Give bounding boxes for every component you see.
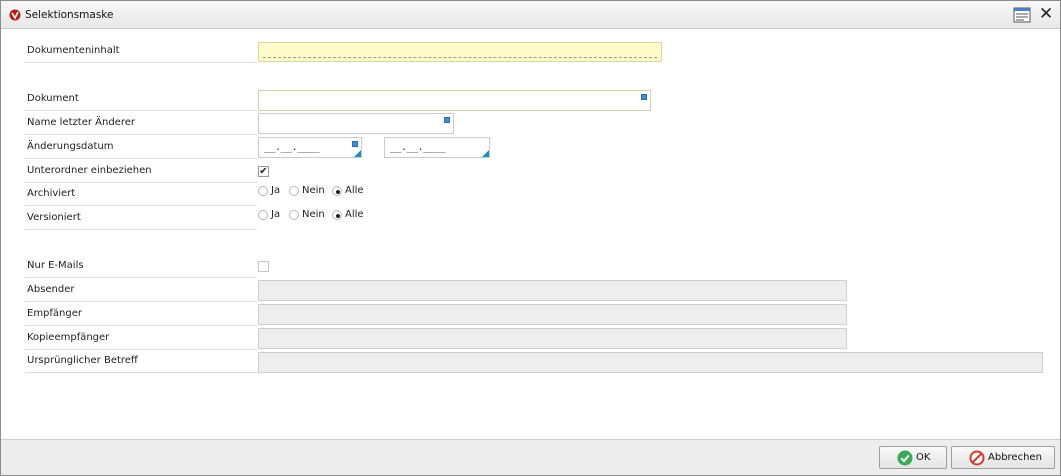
window-title: Selektionsmaske <box>25 9 114 21</box>
label-empfaenger: Empfänger <box>25 302 257 326</box>
check-circle-icon <box>897 450 913 466</box>
resize-corner <box>354 150 361 157</box>
nur-emails-checkbox[interactable] <box>258 261 269 272</box>
form-content: Dokumenteninhalt Dokument Name letzter Ä… <box>1 29 1060 439</box>
radio-button-selected[interactable] <box>332 210 342 220</box>
close-icon[interactable]: ✕ <box>1039 5 1053 23</box>
radio-button[interactable] <box>289 210 299 220</box>
label-unterordner-einbeziehen: Unterordner einbeziehen <box>25 159 257 183</box>
dokumenteninhalt-input[interactable] <box>258 42 662 62</box>
name-letzter-aenderer-input[interactable] <box>258 113 454 134</box>
dialog-footer: OK Abbrechen <box>1 439 1060 475</box>
dokument-input[interactable] <box>258 90 651 111</box>
resize-corner <box>482 150 489 157</box>
aenderungsdatum-to-input[interactable]: __.__.____ <box>384 137 490 158</box>
empfaenger-input[interactable] <box>258 304 847 325</box>
radio-button[interactable] <box>258 186 268 196</box>
ok-button[interactable]: OK <box>879 446 947 469</box>
lookup-icon[interactable] <box>641 94 647 100</box>
label-aenderungsdatum: Änderungsdatum <box>25 135 257 159</box>
title-bar: Selektionsmaske ✕ <box>1 1 1060 29</box>
kopieempfaenger-input[interactable] <box>258 328 847 349</box>
radio-button-selected[interactable] <box>332 186 342 196</box>
cancel-circle-icon <box>969 450 985 466</box>
label-dokumenteninhalt: Dokumenteninhalt <box>25 39 257 63</box>
label-absender: Absender <box>25 278 257 302</box>
label-archiviert: Archiviert <box>25 182 257 206</box>
absender-input[interactable] <box>258 280 847 301</box>
label-name-letzter-aenderer: Name letzter Änderer <box>25 111 257 135</box>
label-urspruenglicher-betreff: Ursprünglicher Betreff <box>25 349 257 373</box>
cancel-button[interactable]: Abbrechen <box>951 446 1055 469</box>
app-logo-icon <box>9 9 21 21</box>
label-versioniert: Versioniert <box>25 206 257 230</box>
aenderungsdatum-from-input[interactable]: __.__.____ <box>258 137 362 158</box>
selection-mask-dialog: Selektionsmaske ✕ Dokumenteninhalt Dokum… <box>0 0 1061 476</box>
input-underline <box>263 57 657 58</box>
layout-settings-icon[interactable] <box>1013 7 1031 23</box>
cancel-button-label: Abbrechen <box>988 452 1042 463</box>
urspruenglicher-betreff-input[interactable] <box>258 352 1043 373</box>
label-kopieempfaenger: Kopieempfänger <box>25 326 257 350</box>
label-nur-emails: Nur E-Mails <box>25 254 257 278</box>
calendar-icon[interactable] <box>352 141 358 147</box>
label-dokument: Dokument <box>25 87 257 111</box>
radio-button[interactable] <box>258 210 268 220</box>
date-mask: __.__.____ <box>390 142 446 153</box>
unterordner-checkbox[interactable]: ✔ <box>258 166 269 177</box>
date-mask: __.__.____ <box>264 142 320 153</box>
radio-button[interactable] <box>289 186 299 196</box>
lookup-icon[interactable] <box>444 117 450 123</box>
ok-button-label: OK <box>916 452 931 463</box>
